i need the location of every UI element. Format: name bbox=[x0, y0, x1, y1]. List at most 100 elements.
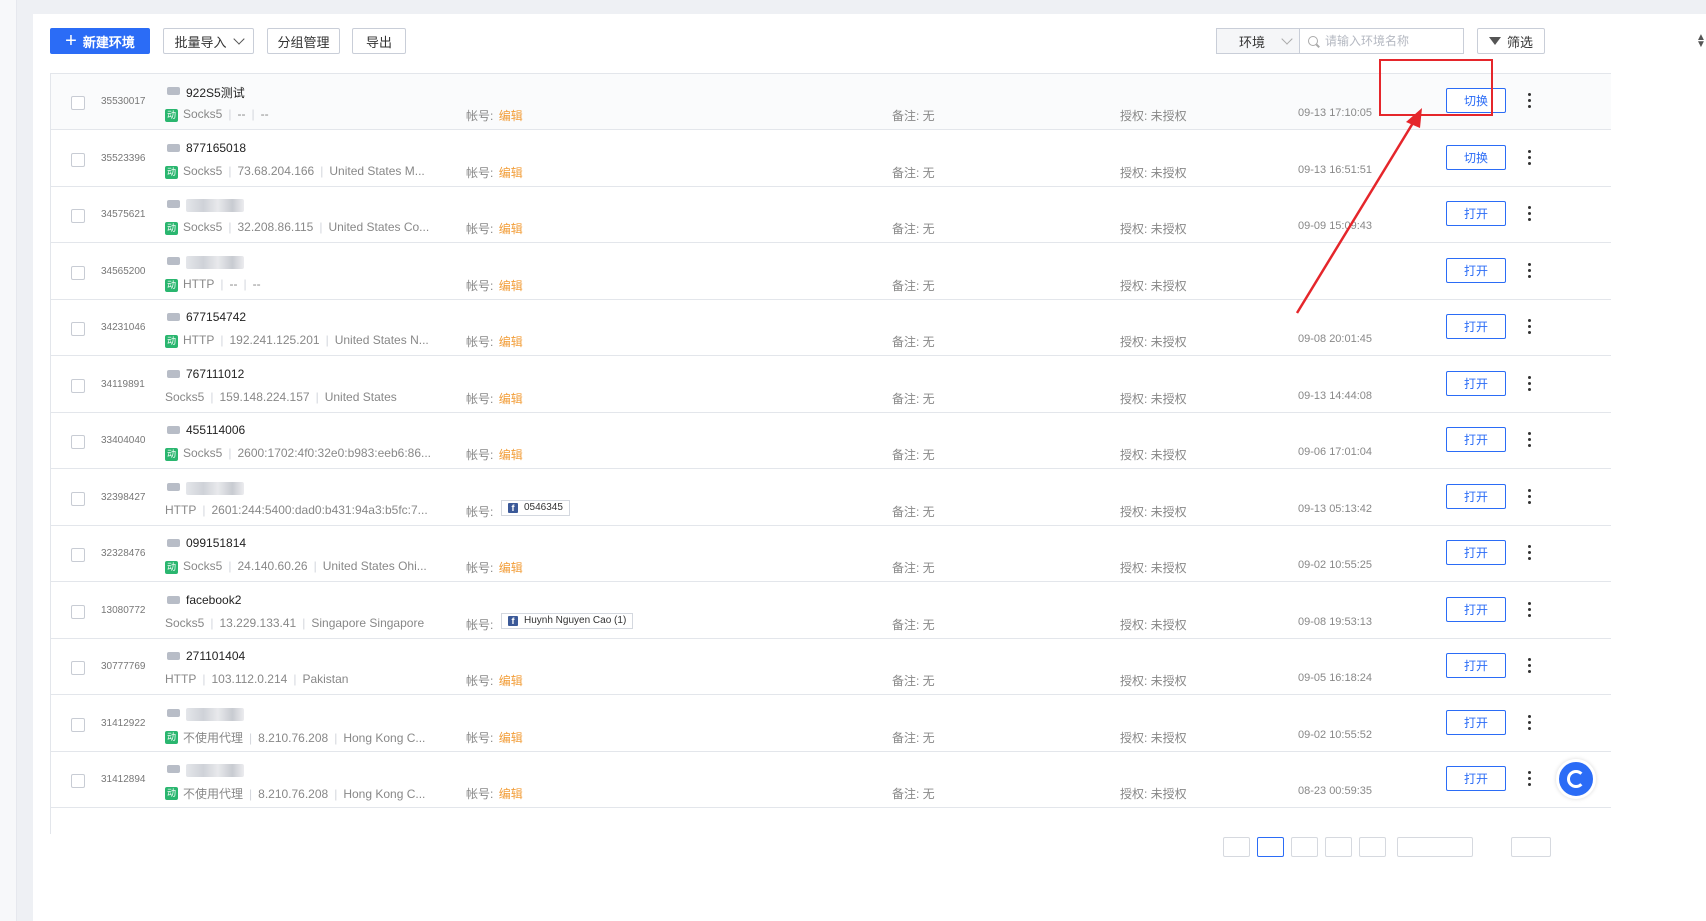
row-checkbox[interactable] bbox=[71, 661, 85, 675]
table-row[interactable]: 35523396 877165018 动 Socks5 | 73.68.204.166 | U… bbox=[51, 131, 1611, 187]
row-checkbox[interactable] bbox=[71, 378, 85, 393]
account-edit-link[interactable]: 编辑 bbox=[499, 166, 523, 180]
auth-status: 授权: 未授权 bbox=[1120, 561, 1187, 575]
env-name[interactable]: facebook2 bbox=[186, 593, 241, 607]
open-env-button[interactable]: 打开 bbox=[1446, 540, 1506, 565]
table-row[interactable]: 35530017 922S5测试动 Socks5 | -- | -- 帐号: 编辑 备注: 无 授… bbox=[51, 74, 1611, 130]
account-edit-link[interactable]: 编辑 bbox=[499, 674, 523, 688]
account-edit-link[interactable]: 编辑 bbox=[499, 335, 523, 349]
prev-page-button[interactable] bbox=[1223, 837, 1250, 857]
account-edit-link[interactable]: 编辑 bbox=[499, 787, 523, 801]
open-env-button[interactable]: 打开 bbox=[1446, 766, 1506, 791]
table-row[interactable]: 34575621 动 Socks5 | 32.208.86.115 | United Sta… bbox=[51, 187, 1611, 243]
proxy-ip: -- bbox=[229, 276, 238, 291]
env-name[interactable]: 877165018 bbox=[186, 141, 246, 155]
env-name[interactable]: 677154742 bbox=[186, 310, 246, 324]
filter-button[interactable]: 筛选 bbox=[1477, 28, 1545, 54]
account-edit-link[interactable]: 编辑 bbox=[499, 109, 523, 123]
new-env-button[interactable]: + 新建环境 bbox=[50, 28, 150, 54]
open-env-button[interactable]: 切换 bbox=[1446, 144, 1506, 170]
more-vertical-icon[interactable] bbox=[1528, 93, 1532, 109]
facebook-icon: f bbox=[508, 615, 518, 626]
table-row[interactable]: 33404040 455114006 动 Socks5 | 2600:1702:4f0:3… bbox=[51, 413, 1611, 469]
group-manage-button[interactable]: 分组管理 bbox=[267, 28, 340, 54]
row-checkbox[interactable] bbox=[71, 322, 85, 336]
open-env-button[interactable]: 打开 bbox=[1446, 596, 1506, 622]
more-vertical-icon[interactable] bbox=[1528, 262, 1532, 279]
env-name[interactable]: 767111012 bbox=[186, 367, 244, 381]
page-button[interactable] bbox=[1325, 837, 1352, 857]
open-env-button[interactable]: 打开 bbox=[1446, 653, 1506, 678]
search-box[interactable] bbox=[1299, 28, 1464, 54]
sort-icon[interactable]: ▲ ▼ bbox=[1696, 33, 1706, 50]
table-row[interactable]: 32398427 HTTP | 2601:244:5400:dad0:b431:94a… bbox=[51, 470, 1611, 526]
page-size-select[interactable] bbox=[1397, 837, 1473, 857]
more-vertical-icon[interactable] bbox=[1528, 375, 1532, 392]
table-row[interactable]: 32328476 099151814 动 Socks5 | 24.140.60.26 | Un… bbox=[51, 526, 1611, 582]
env-name-redacted bbox=[186, 481, 244, 495]
search-input[interactable] bbox=[1323, 33, 1457, 49]
open-env-button[interactable]: 打开 bbox=[1446, 427, 1506, 452]
more-vertical-icon[interactable] bbox=[1528, 771, 1532, 787]
more-vertical-icon[interactable] bbox=[1528, 149, 1532, 166]
table-row[interactable]: 31412894 动不使用代理 | 8.210.76.208 | Hong Kong C.… bbox=[51, 752, 1611, 808]
row-checkbox[interactable] bbox=[71, 96, 85, 110]
more-vertical-icon[interactable] bbox=[1528, 319, 1532, 335]
env-table: 35530017 922S5测试动 Socks5 | -- | -- 帐号: 编辑 备注: 无授… bbox=[50, 73, 1611, 834]
open-env-button[interactable]: 打开 bbox=[1446, 370, 1506, 396]
table-row[interactable]: 34565200 动 HTTP | -- | -- 帐号: 编辑 备注: 无 授权: 未授权 打开 bbox=[51, 244, 1611, 300]
table-row[interactable]: 34119891 767111012 Socks5 | 159.148.224.157 |… bbox=[51, 357, 1611, 413]
row-checkbox[interactable] bbox=[71, 152, 85, 167]
open-env-button[interactable]: 打开 bbox=[1446, 314, 1506, 339]
row-checkbox[interactable] bbox=[71, 717, 85, 732]
remark: 备注: 无 bbox=[892, 561, 935, 575]
table-row[interactable]: 34231046 677154742 动 HTTP | 192.241.125.201 | U… bbox=[51, 300, 1611, 356]
auth-status: 授权: 未授权 bbox=[1120, 165, 1187, 180]
env-name[interactable]: 455114006 bbox=[186, 423, 245, 437]
account-tag[interactable]: f 0546345 bbox=[501, 499, 570, 516]
account-edit-link[interactable]: 编辑 bbox=[499, 731, 523, 745]
more-vertical-icon[interactable] bbox=[1528, 488, 1532, 505]
env-name[interactable]: 922S5测试 bbox=[186, 84, 245, 101]
account-label: 帐号: 编辑 bbox=[466, 335, 523, 349]
more-vertical-icon[interactable] bbox=[1528, 601, 1532, 618]
account-edit-link[interactable]: 编辑 bbox=[499, 222, 523, 236]
row-checkbox[interactable] bbox=[71, 435, 85, 449]
env-name[interactable]: 099151814 bbox=[186, 536, 246, 550]
batch-import-button[interactable]: 批量导入 bbox=[163, 28, 254, 54]
open-env-button[interactable]: 打开 bbox=[1446, 483, 1506, 509]
proxy-ip: 24.140.60.26 bbox=[237, 559, 308, 573]
account-edit-link[interactable]: 编辑 bbox=[499, 392, 523, 406]
env-type-select[interactable]: 环境 bbox=[1216, 28, 1300, 54]
page-button[interactable] bbox=[1291, 837, 1318, 857]
page-button-current[interactable] bbox=[1257, 837, 1284, 857]
more-vertical-icon[interactable] bbox=[1528, 545, 1532, 561]
row-checkbox[interactable] bbox=[71, 209, 85, 223]
row-checkbox[interactable] bbox=[71, 604, 85, 619]
row-checkbox[interactable] bbox=[71, 774, 85, 788]
account-edit-link[interactable]: 编辑 bbox=[499, 279, 523, 293]
help-chat-icon[interactable] bbox=[1556, 759, 1596, 799]
open-env-button[interactable]: 切换 bbox=[1446, 88, 1506, 113]
next-page-button[interactable] bbox=[1359, 837, 1386, 857]
page-jump-input[interactable] bbox=[1511, 837, 1551, 857]
more-vertical-icon[interactable] bbox=[1528, 432, 1532, 448]
open-env-button[interactable]: 打开 bbox=[1446, 257, 1506, 283]
more-vertical-icon[interactable] bbox=[1528, 206, 1532, 222]
row-checkbox[interactable] bbox=[71, 265, 85, 280]
open-env-button[interactable]: 打开 bbox=[1446, 709, 1506, 735]
env-name[interactable]: 271101404 bbox=[186, 649, 245, 663]
account-edit-link[interactable]: 编辑 bbox=[499, 448, 523, 462]
export-button[interactable]: 导出 bbox=[352, 28, 406, 54]
account-tag[interactable]: f Huynh Nguyen Cao (1) bbox=[501, 612, 634, 629]
table-row[interactable]: 30777769 271101404 HTTP | 103.112.0.214 | Paki… bbox=[51, 639, 1611, 695]
account-edit-link[interactable]: 编辑 bbox=[499, 561, 523, 575]
row-checkbox[interactable] bbox=[71, 548, 85, 562]
row-checkbox[interactable] bbox=[71, 491, 85, 506]
auth-status: 授权: 未授权 bbox=[1120, 448, 1187, 462]
open-env-button[interactable]: 打开 bbox=[1446, 201, 1506, 226]
more-vertical-icon[interactable] bbox=[1528, 714, 1532, 731]
table-row[interactable]: 13080772 facebook2 Socks5 | 13.229.133.41 | Si… bbox=[51, 583, 1611, 639]
more-vertical-icon[interactable] bbox=[1528, 658, 1532, 674]
table-row[interactable]: 31412922 动不使用代理 | 8.210.76.208 | Hong Kong C.… bbox=[51, 696, 1611, 752]
